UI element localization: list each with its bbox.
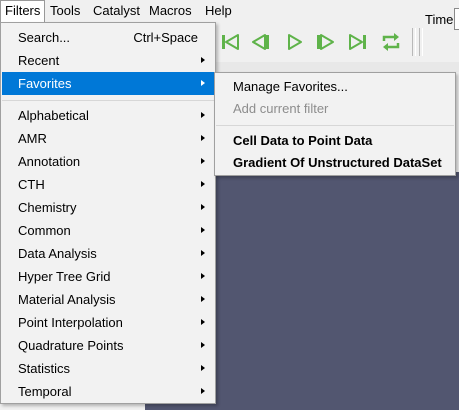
- menu-item-cth[interactable]: CTH: [2, 173, 214, 196]
- last-frame-icon[interactable]: [345, 29, 371, 55]
- submenu-arrow-icon: [201, 112, 205, 118]
- menu-item-label: Annotation: [18, 154, 81, 169]
- menu-item-hyper-tree-grid[interactable]: Hyper Tree Grid: [2, 265, 214, 288]
- menu-item-label: CTH: [18, 177, 45, 192]
- menubar-macros[interactable]: Macros: [145, 0, 196, 22]
- submenu-arrow-icon: [201, 204, 205, 210]
- submenu-arrow-icon: [201, 342, 205, 348]
- menu-item-temporal[interactable]: Temporal: [2, 380, 214, 403]
- manage-favorites-item[interactable]: Manage Favorites...: [216, 76, 454, 98]
- menu-item-label: Material Analysis: [18, 292, 116, 307]
- menu-item-label: Quadrature Points: [18, 338, 124, 353]
- filters-menu: Search... Ctrl+Space Recent Favorites Al…: [0, 22, 216, 404]
- menu-item-point-interpolation[interactable]: Point Interpolation: [2, 311, 214, 334]
- menu-item-common[interactable]: Common: [2, 219, 214, 242]
- menubar-tools[interactable]: Tools: [46, 0, 84, 22]
- favorite-item[interactable]: Gradient Of Unstructured DataSet: [216, 152, 454, 174]
- time-label: Time:: [425, 12, 458, 27]
- menu-item-label: Common: [18, 223, 71, 238]
- submenu-arrow-icon: [201, 181, 205, 187]
- submenu-arrow-icon: [201, 80, 205, 86]
- shortcut-label: Ctrl+Space: [133, 30, 198, 45]
- menu-item-material-analysis[interactable]: Material Analysis: [2, 288, 214, 311]
- menu-item-statistics[interactable]: Statistics: [2, 357, 214, 380]
- time-input[interactable]: [454, 8, 459, 30]
- menu-item-quadrature-points[interactable]: Quadrature Points: [2, 334, 214, 357]
- menu-item-label: Hyper Tree Grid: [18, 269, 111, 284]
- menubar-help[interactable]: Help: [201, 0, 236, 22]
- menubar-catalyst[interactable]: Catalyst: [89, 0, 144, 22]
- menu-item-label: Search...: [18, 30, 71, 45]
- menu-item-recent[interactable]: Recent: [2, 49, 214, 72]
- add-current-filter-item: Add current filter: [233, 101, 329, 116]
- submenu-arrow-icon: [201, 135, 205, 141]
- menu-item-search[interactable]: Search... Ctrl+Space: [2, 26, 214, 49]
- submenu-arrow-icon: [201, 319, 205, 325]
- first-frame-icon[interactable]: [217, 29, 243, 55]
- menu-item-label: Data Analysis: [18, 246, 97, 261]
- menu-item-label: AMR: [18, 131, 47, 146]
- menu-item-label: Chemistry: [18, 200, 77, 215]
- menu-item-label: Recent: [18, 53, 60, 68]
- vcr-toolbar: [215, 22, 459, 63]
- submenu-arrow-icon: [201, 227, 205, 233]
- menu-item-label: Statistics: [18, 361, 71, 376]
- menu-item-label: Temporal: [18, 384, 72, 399]
- menu-item-annotation[interactable]: Annotation: [2, 150, 214, 173]
- loop-icon[interactable]: [378, 29, 404, 55]
- favorite-item[interactable]: Cell Data to Point Data: [216, 130, 454, 152]
- menu-item-alphabetical[interactable]: Alphabetical: [2, 104, 214, 127]
- menu-item-data-analysis[interactable]: Data Analysis: [2, 242, 214, 265]
- menu-item-label: Favorites: [18, 76, 72, 91]
- menu-item-label: Point Interpolation: [18, 315, 123, 330]
- menubar: Filters Tools Catalyst Macros Help: [0, 0, 459, 22]
- menu-separator: [216, 125, 454, 126]
- menu-item-favorites[interactable]: Favorites: [2, 72, 214, 95]
- menu-item-chemistry[interactable]: Chemistry: [2, 196, 214, 219]
- submenu-arrow-icon: [201, 273, 205, 279]
- favorites-submenu: Manage Favorites... Add current filter C…: [214, 72, 456, 176]
- submenu-arrow-icon: [201, 57, 205, 63]
- next-frame-icon[interactable]: [313, 29, 339, 55]
- submenu-arrow-icon: [201, 296, 205, 302]
- toolbar-separator: [412, 28, 416, 56]
- previous-frame-icon[interactable]: [247, 29, 273, 55]
- secondary-toolbar: [215, 62, 459, 72]
- submenu-arrow-icon: [201, 250, 205, 256]
- toolbar-separator: [419, 28, 423, 56]
- submenu-arrow-icon: [201, 365, 205, 371]
- panel-background: [0, 404, 145, 410]
- menu-item-label: Alphabetical: [18, 108, 89, 123]
- menu-item-amr[interactable]: AMR: [2, 127, 214, 150]
- menubar-filters[interactable]: Filters: [0, 0, 46, 22]
- submenu-arrow-icon: [201, 158, 205, 164]
- play-icon[interactable]: [281, 29, 307, 55]
- submenu-arrow-icon: [201, 388, 205, 394]
- menu-separator: [2, 100, 214, 101]
